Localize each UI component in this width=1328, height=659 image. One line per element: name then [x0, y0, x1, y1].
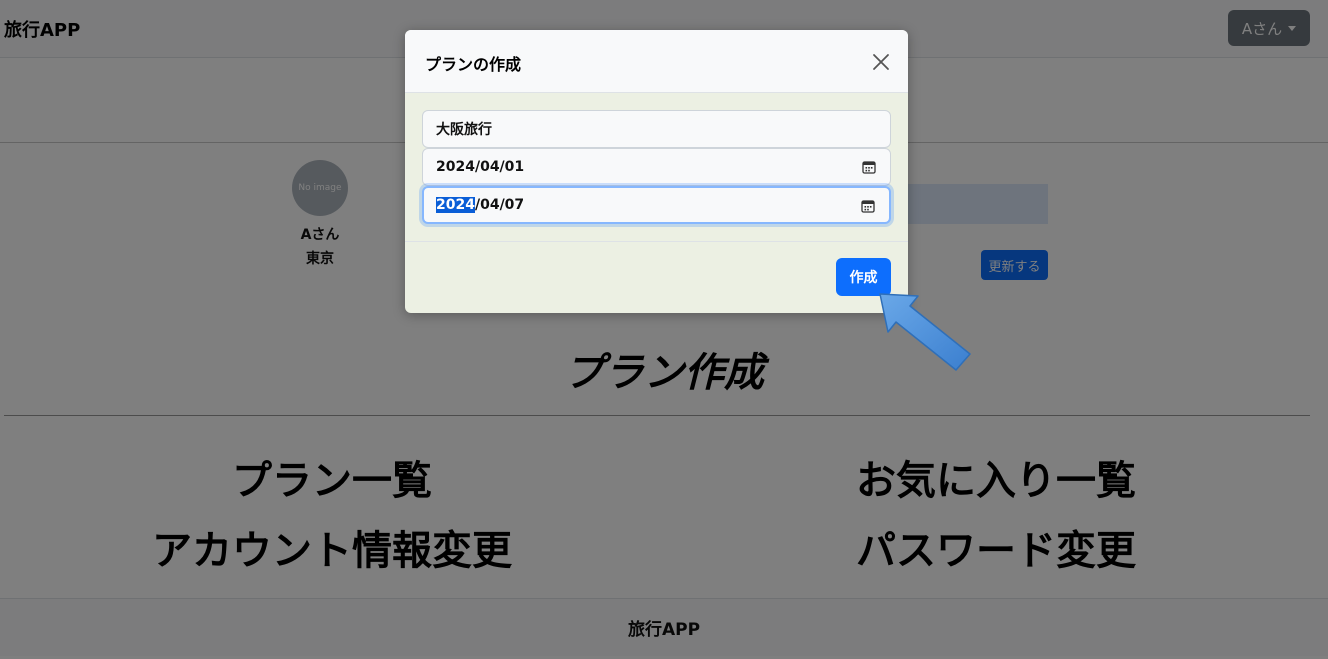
calendar-icon[interactable]	[862, 160, 876, 174]
close-icon[interactable]	[871, 52, 891, 72]
plan-name-value: 大阪旅行	[436, 122, 492, 138]
modal-title: プランの作成	[425, 55, 522, 74]
start-date-input[interactable]: 2024/04/01	[422, 148, 891, 186]
end-date-input[interactable]: 2024/04/07	[422, 186, 891, 224]
modal-footer	[405, 241, 908, 313]
end-date-rest: /04/07	[474, 197, 525, 213]
create-plan-modal: プランの作成 大阪旅行 2024/04/01 2024/04/07 作成	[405, 30, 908, 313]
modal-header: プランの作成	[405, 30, 908, 93]
start-date-value: 2024/04/01	[436, 159, 525, 175]
plan-name-input[interactable]: 大阪旅行	[422, 110, 891, 148]
calendar-icon[interactable]	[861, 199, 875, 213]
end-date-selected-segment: 2024	[436, 197, 475, 213]
pointer-arrow-icon	[879, 293, 971, 371]
